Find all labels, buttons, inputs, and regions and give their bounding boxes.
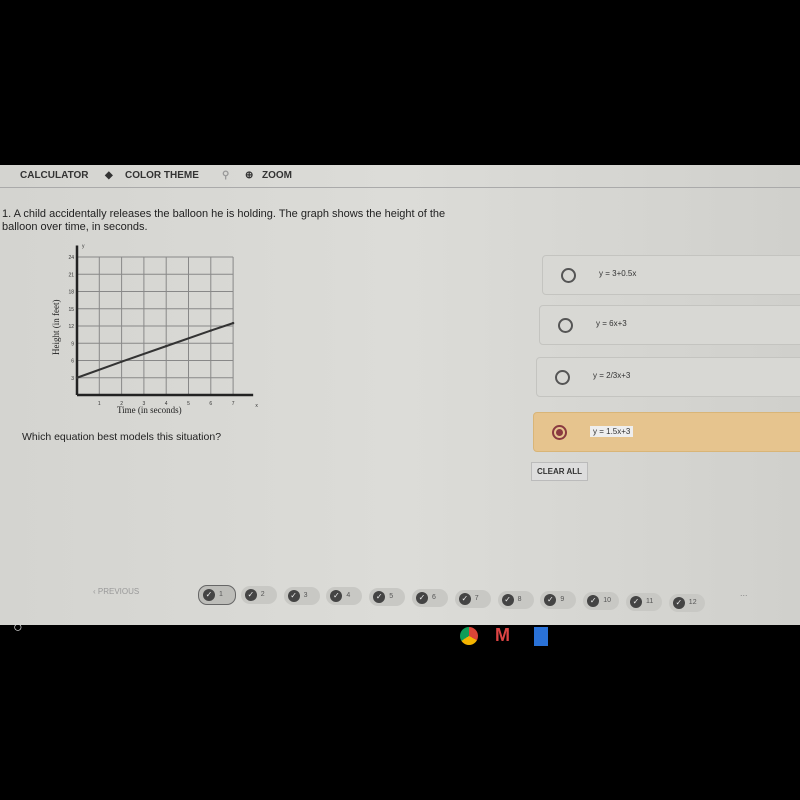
y-tick-label: 18 — [68, 290, 74, 296]
y-axis-label: Height (in feet) — [51, 300, 61, 355]
radio-button[interactable] — [555, 370, 570, 385]
page-button[interactable]: ✓ 9 — [540, 591, 577, 610]
page-button[interactable]: ✓ 5 — [369, 588, 406, 607]
x-tick-label: 1 — [98, 401, 101, 407]
radio-button[interactable] — [561, 268, 576, 283]
x-tick-label: 5 — [187, 401, 190, 407]
page-button[interactable]: ✓ 8 — [497, 590, 534, 609]
data-point — [75, 376, 79, 379]
x-tick-label: 7 — [232, 401, 235, 407]
page-number: 8 — [517, 595, 522, 603]
choice-equation: y = 3+0.5x — [599, 269, 637, 278]
check-icon: ✓ — [544, 594, 557, 607]
data-point — [231, 321, 235, 325]
question-prompt: Which equation best models this situatio… — [22, 431, 222, 443]
y-tick-label: 24 — [68, 255, 74, 261]
check-icon: ✓ — [416, 592, 428, 604]
y-axis-symbol: y — [82, 244, 85, 250]
check-icon: ✓ — [244, 588, 257, 601]
check-icon: ✓ — [672, 596, 685, 609]
zoom-in-icon[interactable]: ⊕ — [245, 170, 253, 181]
zoom-out-icon[interactable]: ⚲ — [222, 170, 229, 181]
page-button[interactable]: ✓ 7 — [454, 589, 491, 608]
x-tick-label: 6 — [209, 401, 212, 407]
page-button[interactable]: ✓ 1 — [198, 585, 236, 605]
page-number: 5 — [389, 593, 394, 601]
page-button[interactable]: ✓ 3 — [283, 586, 320, 605]
previous-button[interactable]: ‹ PREVIOUS — [93, 587, 139, 596]
page-button[interactable]: ✓ 2 — [240, 585, 277, 604]
y-tick-label: 6 — [71, 359, 74, 365]
y-tick-label: 12 — [68, 324, 74, 330]
check-icon: ✓ — [630, 596, 642, 608]
question-text: 1. A child accidentally releases the bal… — [2, 208, 446, 233]
calculator-button[interactable]: CALCULATOR — [20, 170, 89, 181]
check-icon: ✓ — [330, 590, 343, 603]
y-tick-label: 15 — [68, 307, 74, 313]
y-tick-label: 3 — [71, 376, 74, 382]
page-button[interactable]: ✓ 11 — [626, 593, 662, 611]
check-icon: ✓ — [373, 591, 386, 604]
answer-choice[interactable]: y = 6x+3 — [539, 305, 800, 345]
data-point — [120, 360, 123, 363]
taskbar: ○ M — [0, 619, 800, 665]
launcher-icon[interactable]: ○ — [13, 619, 23, 637]
palette-icon: ◆ — [105, 170, 113, 181]
page-button[interactable]: ✓ 4 — [326, 587, 363, 606]
check-icon: ✓ — [587, 595, 600, 608]
answer-choice[interactable]: y = 2/3x+3 — [536, 357, 800, 397]
page-number: 7 — [474, 594, 479, 602]
page-number: 2 — [260, 590, 265, 598]
answer-choice[interactable]: y = 3+0.5x — [542, 255, 800, 295]
choice-equation: y = 2/3x+3 — [593, 371, 631, 380]
question-nav: ‹ PREVIOUS ✓ 1 ✓ 2 ✓ 3 ✓ 4 ✓ 5 ✓ 6 ✓ 7 ✓ 8 ✓ 9 ✓ 10 ✓ 11 ✓ 12 .… — [0, 580, 800, 620]
page-number: 4 — [346, 592, 351, 600]
page-number: 9 — [560, 596, 565, 604]
check-icon: ✓ — [501, 593, 514, 606]
answer-choice[interactable]: y = 1.5x+3 — [533, 412, 800, 452]
y-tick-label: 21 — [68, 272, 74, 278]
check-icon: ✓ — [458, 592, 471, 605]
data-point — [209, 329, 212, 332]
check-icon: ✓ — [287, 589, 300, 602]
color-theme-button[interactable]: COLOR THEME — [125, 170, 199, 181]
data-point — [165, 344, 168, 348]
docs-icon[interactable] — [534, 627, 548, 646]
page-button[interactable]: ✓ 10 — [583, 592, 620, 611]
height-time-chart: 1 2 3 4 5 6 73691215182124Time (in seconds)Hei… — [51, 244, 258, 416]
previous-label: PREVIOUS — [97, 587, 140, 596]
toolbar: CALCULATOR ◆ COLOR THEME ⚲ ⊕ ZOOM — [0, 165, 800, 188]
choice-equation: y = 6x+3 — [596, 319, 627, 328]
y-tick-label: 9 — [71, 341, 74, 347]
page-number: 10 — [603, 597, 611, 605]
page-button[interactable]: ✓ 6 — [412, 589, 448, 607]
radio-button[interactable] — [558, 318, 573, 333]
radio-button[interactable] — [552, 425, 567, 440]
page-number: 6 — [432, 594, 436, 601]
x-axis-label: Time (in seconds) — [117, 405, 182, 415]
more-pages[interactable]: ... — [740, 588, 748, 598]
gmail-icon[interactable]: M — [495, 625, 510, 646]
zoom-button[interactable]: ZOOM — [262, 170, 292, 181]
page-number: 1 — [219, 591, 223, 598]
page-number: 3 — [303, 591, 308, 599]
page-number: 11 — [646, 598, 654, 605]
clear-all-button[interactable]: CLEAR ALL — [531, 462, 589, 481]
page-number: 12 — [688, 598, 697, 606]
x-axis-symbol: x — [255, 403, 258, 409]
data-line — [76, 322, 234, 379]
page-button[interactable]: ✓ 12 — [668, 593, 705, 612]
choice-equation: y = 1.5x+3 — [590, 426, 634, 437]
chrome-icon[interactable] — [460, 627, 478, 645]
check-icon: ✓ — [203, 589, 215, 601]
